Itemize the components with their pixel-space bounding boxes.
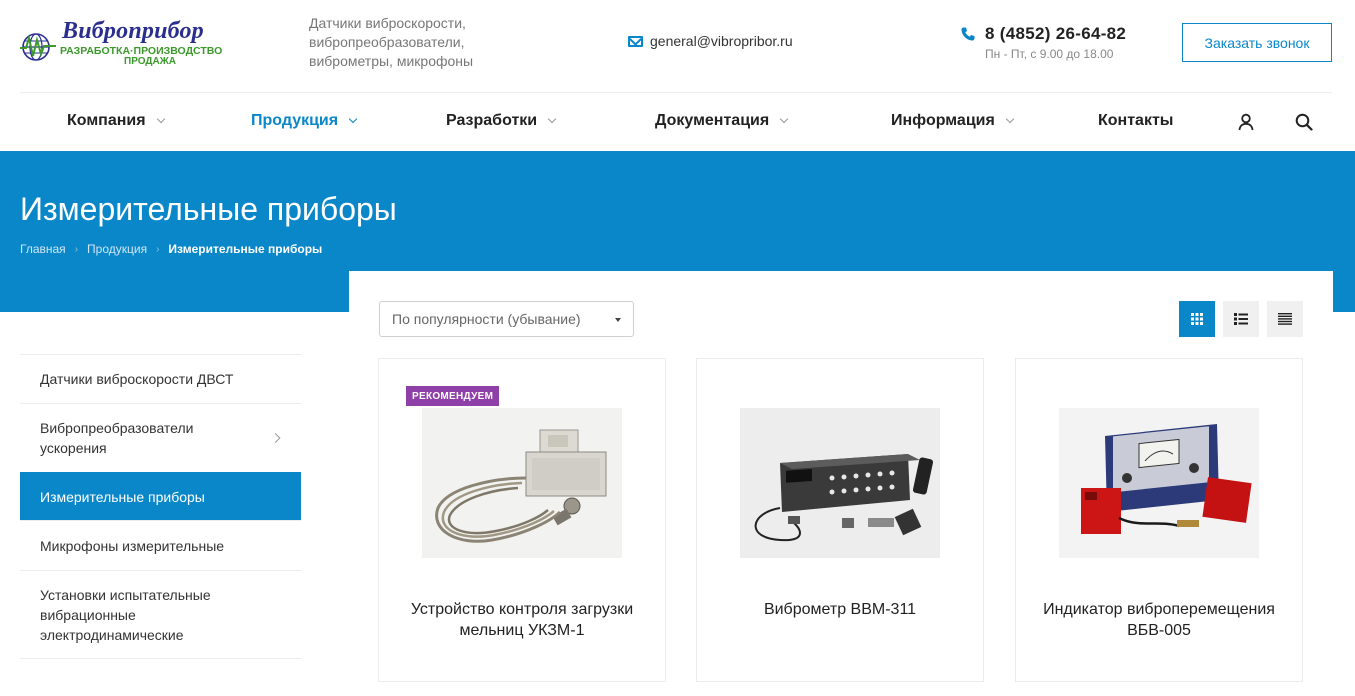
sidebar-item-label: Измерительные приборы [40, 488, 205, 505]
nav-item-label: Документация [655, 112, 770, 129]
header-phone: 8 (4852) 26-64-82 Пн - Пт, с 9.00 до 18.… [960, 24, 1160, 61]
working-hours: Пн - Пт, с 9.00 до 18.00 [985, 47, 1114, 61]
chevron-down-icon [156, 114, 165, 124]
nav-item-information[interactable]: Информация [891, 112, 1015, 130]
list-view-icon [1234, 313, 1248, 325]
chevron-down-icon [348, 114, 358, 124]
breadcrumb-link-home[interactable]: Главная [20, 242, 66, 256]
logo-brand-text: Виброприбор [62, 18, 204, 44]
nav-item-label: Информация [891, 112, 995, 129]
sidebar-item-velocity-sensors[interactable]: Датчики виброскорости ДВСТ [20, 354, 301, 403]
nav-item-label: Разработки [446, 112, 538, 129]
catalog-panel: По популярности (убывание) РЕКОМЕНДУЕМ У… [349, 271, 1333, 696]
header-email[interactable]: general@vibropribor.ru [628, 33, 793, 49]
email-link[interactable]: general@vibropribor.ru [650, 33, 793, 49]
product-image[interactable] [740, 408, 940, 558]
grid-view-icon [1191, 313, 1203, 325]
site-logo[interactable]: Виброприбор РАЗРАБОТКА·ПРОИЗВОДСТВО ПРОД… [20, 18, 222, 70]
sidebar-item-label: Вибропреобразователи ускорения [40, 420, 194, 456]
sidebar-item-microphones[interactable]: Микрофоны измерительные [20, 520, 301, 570]
displacement-indicator-image [1059, 408, 1259, 558]
logo-tagline-2: ПРОДАЖА [124, 56, 176, 67]
sidebar-item-label: Датчики виброскорости ДВСТ [40, 371, 234, 387]
sidebar-item-label: Микрофоны измерительные [40, 537, 225, 554]
nav-item-documentation[interactable]: Документация [655, 112, 789, 130]
product-image[interactable] [1059, 408, 1259, 558]
product-name[interactable]: Устройство контроля загрузки мельниц УКЗ… [399, 599, 645, 641]
product-name[interactable]: Виброметр ВВМ-311 [717, 599, 963, 620]
product-card[interactable]: РЕКОМЕНДУЕМ Устройство контроля загрузки… [378, 358, 666, 682]
chevron-down-icon [1005, 114, 1015, 124]
list-view-button[interactable] [1223, 301, 1259, 337]
table-view-button[interactable] [1267, 301, 1303, 337]
category-sidebar: Датчики виброскорости ДВСТ Вибропреобраз… [20, 354, 301, 659]
breadcrumb-separator-icon: › [156, 243, 160, 255]
nav-item-label: Компания [67, 112, 146, 129]
breadcrumb-separator-icon: › [74, 243, 79, 255]
nav-item-developments[interactable]: Разработки [446, 112, 557, 130]
nav-item-company[interactable]: Компания [67, 112, 165, 130]
slogan-line: виброметры, микрофоны [309, 53, 474, 69]
nav-item-label: Продукция [251, 112, 339, 129]
product-image[interactable] [422, 408, 622, 558]
nav-item-label: Контакты [1098, 112, 1174, 129]
sidebar-item-measuring-instruments[interactable]: Измерительные приборы [20, 472, 301, 520]
chevron-right-icon[interactable] [270, 433, 281, 443]
nav-item-products[interactable]: Продукция [251, 112, 358, 130]
mail-icon [628, 35, 643, 47]
globe-logo-icon [20, 33, 56, 61]
table-view-icon [1278, 313, 1292, 325]
sidebar-item-vibration-installations[interactable]: Установки испытательные вибрационные эле… [20, 570, 301, 659]
recommended-badge: РЕКОМЕНДУЕМ [406, 386, 500, 406]
callback-button[interactable]: Заказать звонок [1182, 23, 1332, 62]
site-header: Виброприбор РАЗРАБОТКА·ПРОИЗВОДСТВО ПРОД… [0, 0, 1355, 92]
caret-down-icon [615, 318, 621, 322]
main-nav: Компания Продукция Разработки Документац… [0, 93, 1355, 151]
chevron-down-icon [779, 114, 789, 124]
sidebar-item-label: Установки испытательные вибрационные эле… [40, 586, 211, 643]
chevron-down-icon [547, 114, 557, 124]
grid-view-button[interactable] [1179, 301, 1215, 337]
product-card[interactable]: Индикатор виброперемещения ВБВ-005 [1015, 358, 1303, 682]
page-title: Измерительные приборы [20, 191, 397, 227]
slogan-line: Датчики виброскорости, [309, 15, 466, 31]
vibrometer-image [740, 408, 940, 558]
product-name[interactable]: Индикатор виброперемещения ВБВ-005 [1036, 599, 1282, 641]
header-slogan: Датчики виброскорости, вибропреобразоват… [309, 14, 509, 71]
phone-number[interactable]: 8 (4852) 26-64-82 [985, 24, 1126, 44]
breadcrumb-current: Измерительные приборы [168, 242, 323, 256]
search-icon[interactable] [1294, 112, 1314, 132]
slogan-line: вибропреобразователи, [309, 34, 465, 50]
mill-load-device-image [422, 408, 622, 558]
phone-icon [961, 27, 975, 41]
user-icon[interactable] [1236, 112, 1256, 132]
breadcrumb: Главная › Продукция › Измерительные приб… [20, 242, 322, 256]
sidebar-item-accelerometers[interactable]: Вибропреобразователи ускорения [20, 403, 301, 472]
breadcrumb-link-products[interactable]: Продукция [87, 242, 147, 256]
product-card[interactable]: Виброметр ВВМ-311 [696, 358, 984, 682]
sort-select-value: По популярности (убывание) [392, 311, 581, 327]
nav-item-contacts[interactable]: Контакты [1098, 112, 1173, 130]
sort-select[interactable]: По популярности (убывание) [379, 301, 634, 337]
